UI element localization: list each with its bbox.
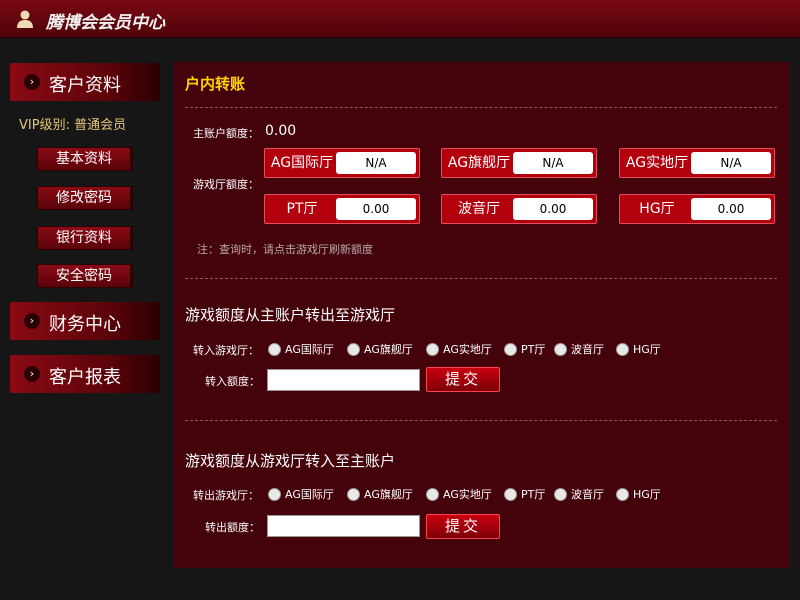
hall-balance: 0.00 bbox=[336, 198, 416, 220]
game-balance-label: 游戏厅额度： bbox=[193, 178, 259, 191]
sidebar-finance-center[interactable]: › 财务中心 bbox=[10, 302, 160, 340]
hall-balance: 0.00 bbox=[513, 198, 593, 220]
transfer-in-hall-label: 转入游戏厅： bbox=[193, 344, 259, 357]
radio-in-hg[interactable]: HG厅 bbox=[616, 341, 661, 357]
hall-balance: N/A bbox=[513, 152, 593, 174]
sidebar-label: 客户报表 bbox=[49, 367, 121, 388]
hall-ag-live[interactable]: AG实地厅 N/A bbox=[619, 148, 775, 178]
page-title: 腾博会会员中心 bbox=[46, 13, 165, 33]
chevron-right-icon: › bbox=[24, 366, 40, 382]
chevron-right-icon: › bbox=[24, 313, 40, 329]
transfer-out-amount-label: 转出额度： bbox=[205, 521, 260, 534]
hall-ag-international[interactable]: AG国际厅 N/A bbox=[264, 148, 420, 178]
transfer-out-submit-button[interactable]: 提交 bbox=[426, 514, 500, 539]
sidebar-bank-info-button[interactable]: 银行资料 bbox=[37, 226, 133, 250]
transfer-in-submit-button[interactable]: 提交 bbox=[426, 367, 500, 392]
main-balance-label: 主账户额度： bbox=[193, 127, 259, 140]
chevron-right-icon: › bbox=[24, 74, 40, 90]
hall-balance: N/A bbox=[336, 152, 416, 174]
radio-in-ag-flagship[interactable]: AG旗舰厅 bbox=[347, 341, 413, 357]
radio-out-ag-live[interactable]: AG实地厅 bbox=[426, 486, 492, 502]
transfer-in-title: 游戏额度从主账户转出至游戏厅 bbox=[185, 306, 396, 324]
radio-in-ag-live[interactable]: AG实地厅 bbox=[426, 341, 492, 357]
section-heading: 户内转账 bbox=[185, 75, 246, 93]
divider bbox=[185, 107, 777, 108]
user-icon bbox=[17, 10, 33, 28]
header-bar: 腾博会会员中心 bbox=[0, 0, 800, 38]
radio-in-boyin[interactable]: 波音厅 bbox=[554, 341, 604, 357]
radio-out-hg[interactable]: HG厅 bbox=[616, 486, 661, 502]
radio-out-boyin[interactable]: 波音厅 bbox=[554, 486, 604, 502]
radio-out-pt[interactable]: PT厅 bbox=[504, 486, 545, 502]
hall-pt[interactable]: PT厅 0.00 bbox=[264, 194, 420, 224]
radio-out-ag-flagship[interactable]: AG旗舰厅 bbox=[347, 486, 413, 502]
divider bbox=[185, 420, 777, 421]
transfer-out-title: 游戏额度从游戏厅转入至主账户 bbox=[185, 452, 396, 470]
sidebar-customer-info[interactable]: › 客户资料 bbox=[10, 63, 160, 101]
hall-hg[interactable]: HG厅 0.00 bbox=[619, 194, 775, 224]
transfer-in-amount-label: 转入额度： bbox=[205, 375, 260, 388]
hall-balance: 0.00 bbox=[691, 198, 771, 220]
transfer-out-amount-input[interactable] bbox=[267, 515, 420, 537]
transfer-out-hall-label: 转出游戏厅： bbox=[193, 489, 259, 502]
vip-level: VIP级别: 普通会员 bbox=[19, 118, 127, 133]
hall-ag-flagship[interactable]: AG旗舰厅 N/A bbox=[441, 148, 597, 178]
refresh-note: 注：查询时，请点击游戏厅刷新额度 bbox=[197, 243, 373, 256]
sidebar-label: 客户资料 bbox=[49, 75, 121, 96]
radio-in-pt[interactable]: PT厅 bbox=[504, 341, 545, 357]
main-panel: 户内转账 主账户额度： 0.00 游戏厅额度： AG国际厅 N/A AG旗舰厅 … bbox=[173, 62, 789, 568]
sidebar-label: 财务中心 bbox=[49, 314, 121, 335]
hall-balance: N/A bbox=[691, 152, 771, 174]
main-balance-value: 0.00 bbox=[265, 123, 297, 139]
divider bbox=[185, 278, 777, 279]
sidebar-change-password-button[interactable]: 修改密码 bbox=[37, 186, 133, 210]
radio-in-ag-international[interactable]: AG国际厅 bbox=[268, 341, 334, 357]
sidebar-basic-info-button[interactable]: 基本资料 bbox=[37, 147, 133, 171]
sidebar-customer-report[interactable]: › 客户报表 bbox=[10, 355, 160, 393]
sidebar-security-password-button[interactable]: 安全密码 bbox=[37, 264, 133, 288]
transfer-in-amount-input[interactable] bbox=[267, 369, 420, 391]
radio-out-ag-international[interactable]: AG国际厅 bbox=[268, 486, 334, 502]
hall-boyin[interactable]: 波音厅 0.00 bbox=[441, 194, 597, 224]
